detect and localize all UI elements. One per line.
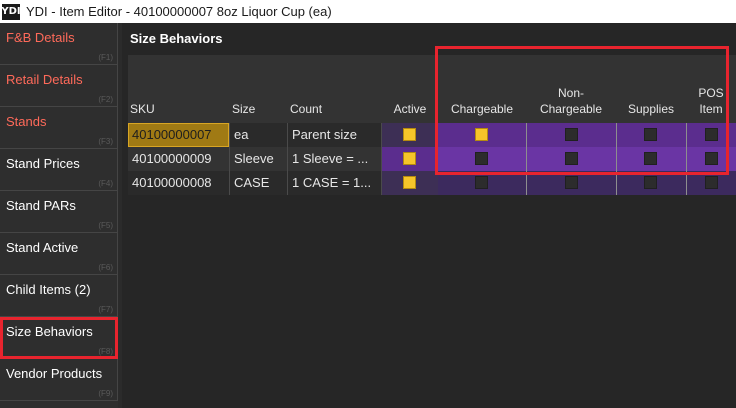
- count-cell[interactable]: Parent size: [288, 123, 382, 147]
- active-checkbox[interactable]: [403, 176, 416, 189]
- window-title: YDI - Item Editor - 40100000007 8oz Liqu…: [26, 4, 332, 19]
- active-checkbox[interactable]: [403, 152, 416, 165]
- active-cell: [382, 123, 438, 147]
- sku-cell[interactable]: 40100000009: [128, 147, 230, 171]
- count-cell[interactable]: 1 Sleeve = ...: [288, 147, 382, 171]
- size-cell[interactable]: ea: [230, 123, 288, 147]
- active-cell: [382, 147, 438, 171]
- active-cell: [382, 171, 438, 195]
- supplies-checkbox[interactable]: [644, 176, 657, 189]
- chargeable-checkbox[interactable]: [475, 176, 488, 189]
- behavior-columns-highlight: [435, 46, 729, 175]
- sidebar-item-size-behaviors[interactable]: Size Behaviors (F8): [0, 317, 118, 359]
- sidebar-item-fb-details[interactable]: F&B Details (F1): [0, 23, 118, 65]
- size-cell[interactable]: Sleeve: [230, 147, 288, 171]
- sidebar-item-label: Stand Prices: [6, 156, 80, 171]
- sidebar-item-stand-active[interactable]: Stand Active (F6): [0, 233, 118, 275]
- column-header-count[interactable]: Count: [288, 55, 382, 123]
- sidebar-item-label: Vendor Products: [6, 366, 103, 381]
- column-header-size[interactable]: Size: [230, 55, 288, 123]
- shortcut-key: (F1): [98, 53, 113, 62]
- sku-cell[interactable]: 40100000008: [128, 171, 230, 195]
- sidebar-item-stand-prices[interactable]: Stand Prices (F4): [0, 149, 118, 191]
- sidebar-item-vendor-products[interactable]: Vendor Products (F9): [0, 359, 118, 401]
- column-header-active[interactable]: Active: [382, 55, 438, 123]
- non-chargeable-checkbox[interactable]: [565, 176, 578, 189]
- sidebar-item-child-items[interactable]: Child Items (2) (F7): [0, 275, 118, 317]
- column-header-sku[interactable]: SKU: [128, 55, 230, 123]
- shortcut-key: (F5): [98, 221, 113, 230]
- sidebar-item-label: Stand PARs: [6, 198, 76, 213]
- shortcut-key: (F4): [98, 179, 113, 188]
- sidebar-item-label: Child Items (2): [6, 282, 91, 297]
- shortcut-key: (F8): [98, 347, 113, 356]
- title-bar: YDI YDI - Item Editor - 40100000007 8oz …: [0, 0, 736, 23]
- section-title: Size Behaviors: [130, 31, 223, 46]
- shortcut-key: (F9): [98, 389, 113, 398]
- shortcut-key: (F7): [98, 305, 113, 314]
- sidebar-item-label: Stand Active: [6, 240, 79, 255]
- pos-item-checkbox[interactable]: [705, 176, 718, 189]
- shortcut-key: (F2): [98, 95, 113, 104]
- size-cell[interactable]: CASE: [230, 171, 288, 195]
- count-cell[interactable]: 1 CASE = 1...: [288, 171, 382, 195]
- sidebar-item-retail-details[interactable]: Retail Details (F2): [0, 65, 118, 107]
- active-checkbox[interactable]: [403, 128, 416, 141]
- shortcut-key: (F3): [98, 137, 113, 146]
- sidebar: F&B Details (F1) Retail Details (F2) Sta…: [0, 23, 118, 408]
- sidebar-item-stand-pars[interactable]: Stand PARs (F5): [0, 191, 118, 233]
- app-logo-icon: YDI: [1, 3, 21, 20]
- sidebar-item-label: Retail Details: [6, 72, 83, 87]
- sidebar-item-label: Size Behaviors: [6, 324, 93, 339]
- sidebar-item-label: F&B Details: [6, 30, 75, 45]
- sidebar-item-label: Stands: [6, 114, 47, 129]
- sku-cell[interactable]: 40100000007: [128, 123, 230, 147]
- sidebar-item-stands[interactable]: Stands (F3): [0, 107, 118, 149]
- shortcut-key: (F6): [98, 263, 113, 272]
